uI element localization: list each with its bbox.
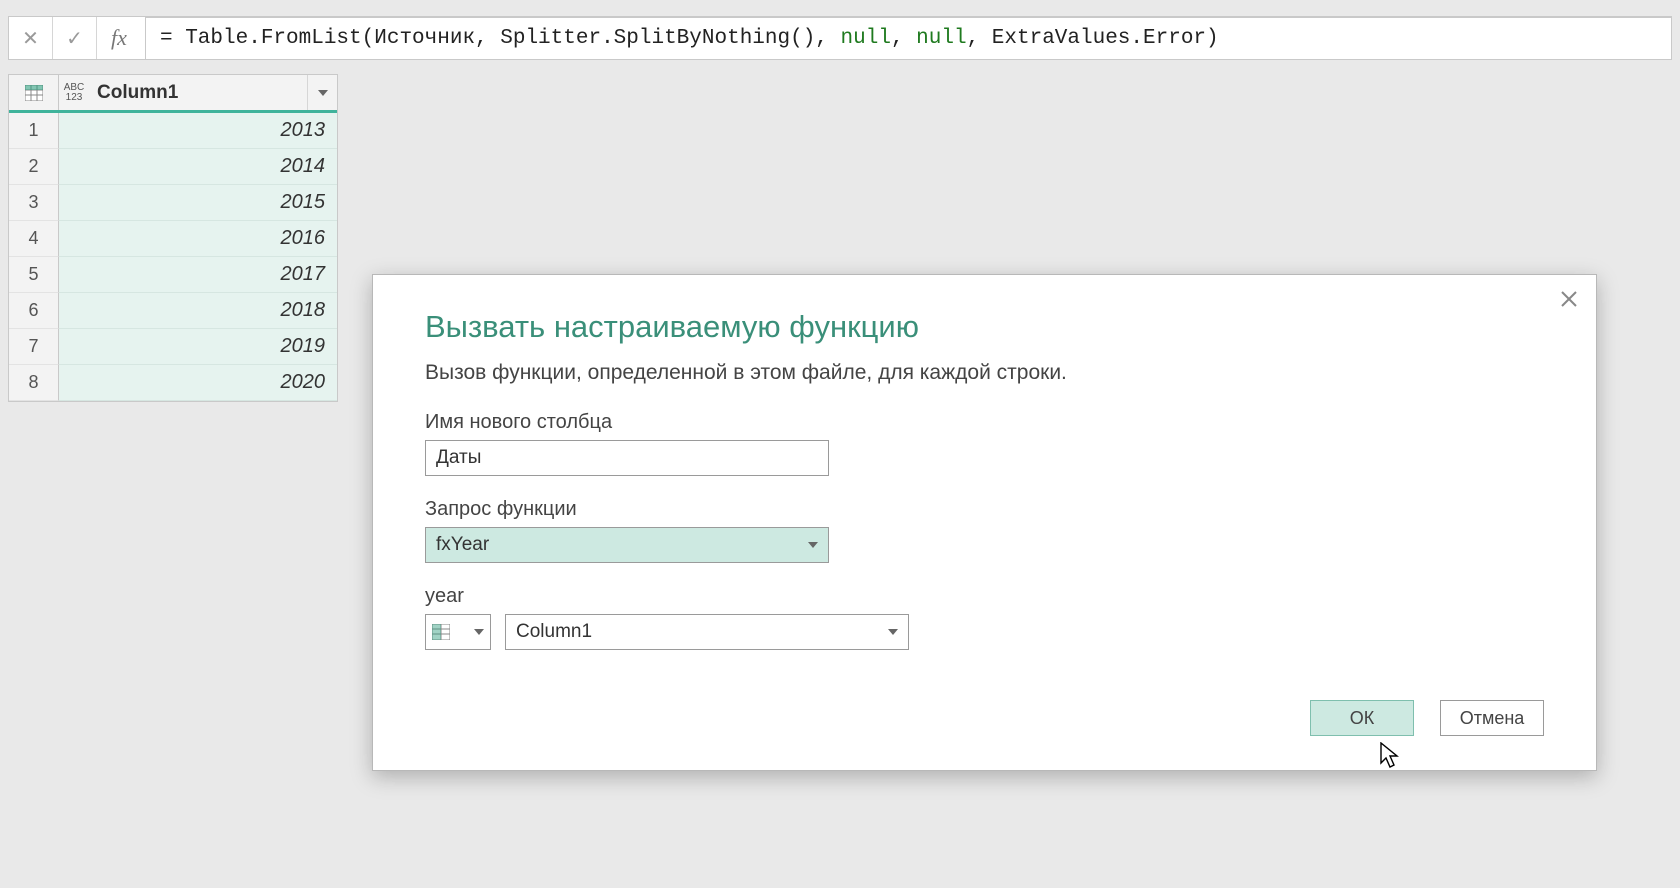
cancel-button[interactable]: Отмена: [1440, 700, 1544, 736]
table-corner-menu[interactable]: [9, 75, 59, 110]
table-row[interactable]: 7 2019: [9, 329, 337, 365]
fx-icon: fx: [97, 17, 141, 59]
row-number: 6: [9, 293, 59, 329]
data-preview-table: ABC 123 Column1 1 2013 2 2014 3 2015 4 2…: [8, 74, 338, 402]
new-column-name-label: Имя нового столбца: [425, 411, 1544, 434]
column-filter-button[interactable]: [307, 75, 337, 110]
formula-null-2: null: [916, 27, 966, 50]
ok-button[interactable]: ОК: [1310, 700, 1414, 736]
row-number: 1: [9, 113, 59, 149]
cell: 2018: [59, 293, 337, 329]
dialog-buttons: ОК Отмена: [425, 700, 1544, 736]
table-row[interactable]: 5 2017: [9, 257, 337, 293]
cancel-formula-button[interactable]: ✕: [9, 17, 53, 59]
table-row[interactable]: 2 2014: [9, 149, 337, 185]
formula-text-1: = Table.FromList(Источник, Splitter.Spli…: [160, 27, 841, 50]
type-label-bottom: 123: [66, 93, 83, 103]
table-row[interactable]: 4 2016: [9, 221, 337, 257]
row-number: 8: [9, 365, 59, 401]
row-number: 4: [9, 221, 59, 257]
chevron-down-icon: [888, 629, 898, 635]
formula-text-2: , ExtraValues.Error): [967, 27, 1219, 50]
column-header[interactable]: Column1: [89, 75, 307, 110]
table-row[interactable]: 8 2020: [9, 365, 337, 401]
row-number: 5: [9, 257, 59, 293]
dialog-description: Вызов функции, определенной в этом файле…: [425, 361, 1544, 385]
cell: 2016: [59, 221, 337, 257]
table-row[interactable]: 6 2018: [9, 293, 337, 329]
row-number: 3: [9, 185, 59, 221]
table-icon: [25, 85, 43, 101]
row-number: 7: [9, 329, 59, 365]
chevron-down-icon: [318, 90, 328, 96]
param-year-value: Column1: [516, 621, 592, 643]
cell: 2015: [59, 185, 337, 221]
table-header: ABC 123 Column1: [9, 75, 337, 113]
function-query-select[interactable]: fxYear: [425, 527, 829, 563]
cell: 2020: [59, 365, 337, 401]
cell: 2014: [59, 149, 337, 185]
cell: 2019: [59, 329, 337, 365]
confirm-formula-button[interactable]: ✓: [53, 17, 97, 59]
cell: 2013: [59, 113, 337, 149]
cell: 2017: [59, 257, 337, 293]
formula-null-1: null: [841, 27, 891, 50]
column-icon: [432, 624, 450, 640]
column-type-button[interactable]: ABC 123: [59, 75, 89, 110]
row-number: 2: [9, 149, 59, 185]
close-button[interactable]: [1560, 289, 1578, 313]
new-column-name-input[interactable]: Даты: [425, 440, 829, 476]
type-label-top: ABC: [64, 83, 85, 93]
table-row[interactable]: 1 2013: [9, 113, 337, 149]
function-query-label: Запрос функции: [425, 498, 1544, 521]
param-year-row: Column1: [425, 614, 1544, 650]
param-year-select[interactable]: Column1: [505, 614, 909, 650]
chevron-down-icon: [808, 542, 818, 548]
close-icon: [1560, 290, 1578, 308]
param-year-label: year: [425, 585, 1544, 608]
formula-bar: ✕ ✓ fx = Table.FromList(Источник, Splitt…: [8, 16, 1672, 60]
invoke-custom-function-dialog: Вызвать настраиваемую функцию Вызов функ…: [372, 274, 1597, 771]
formula-comma-1: ,: [891, 27, 916, 50]
formula-bar-actions: ✕ ✓ fx: [9, 17, 146, 59]
param-type-select[interactable]: [425, 614, 491, 650]
formula-input[interactable]: = Table.FromList(Источник, Splitter.Spli…: [146, 17, 1671, 59]
table-row[interactable]: 3 2015: [9, 185, 337, 221]
chevron-down-icon: [474, 629, 484, 635]
dialog-title: Вызвать настраиваемую функцию: [425, 309, 1544, 345]
function-query-value: fxYear: [436, 534, 489, 556]
